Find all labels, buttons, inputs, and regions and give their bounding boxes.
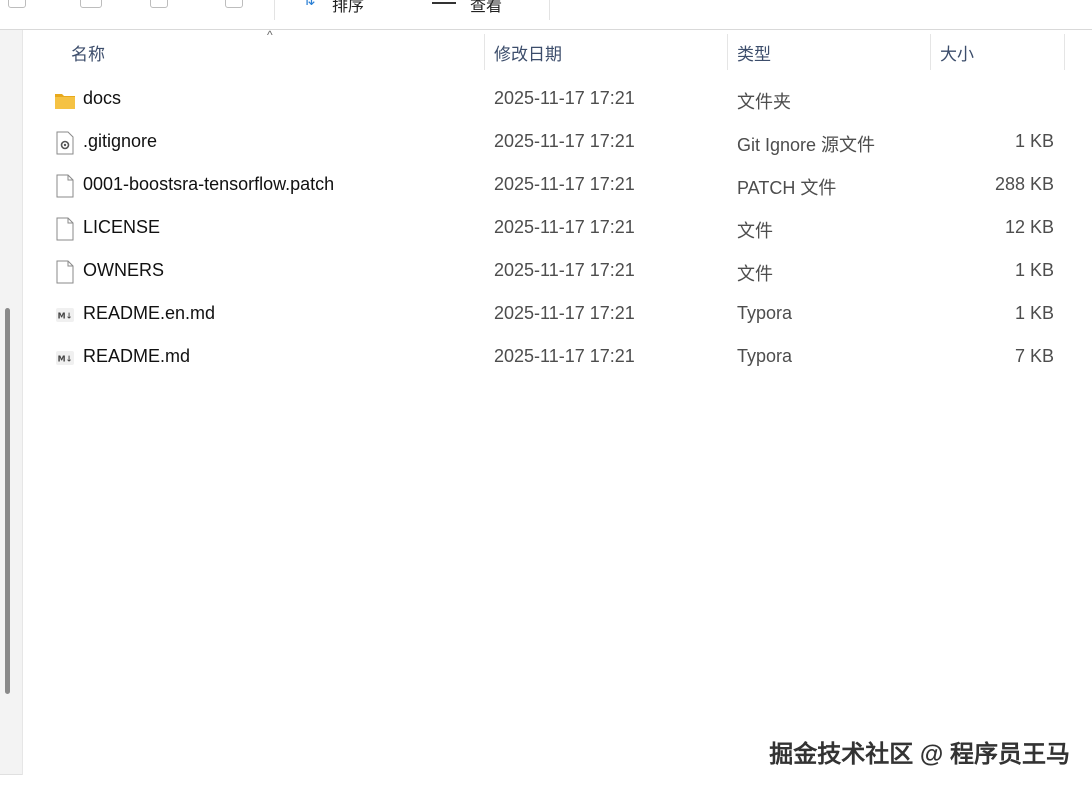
file-name: docs <box>83 88 122 108</box>
file-date: 2025-11-17 17:21 <box>494 346 635 366</box>
sort-icon[interactable]: ⇅ <box>303 0 316 9</box>
file-row[interactable]: M↓ README.md 2025-11-17 17:21 Typora 7 K… <box>23 336 1092 379</box>
file-name: README.en.md <box>83 303 216 323</box>
column-divider[interactable] <box>1064 34 1065 70</box>
new-icon[interactable] <box>8 0 26 8</box>
file-row[interactable]: OWNERS 2025-11-17 17:21 文件 1 KB <box>23 250 1092 293</box>
file-row[interactable]: 0001-boostsra-tensorflow.patch 2025-11-1… <box>23 164 1092 207</box>
svg-text:M↓: M↓ <box>58 355 73 364</box>
file-size: 12 KB <box>1004 217 1054 237</box>
file-type: 文件夹 <box>737 92 791 112</box>
file-explorer-window: ⇅ 排序 查看 ^ 名称 修改日期 类型 大小 docs 2025-11-17 … <box>0 0 1092 785</box>
file-size: 288 KB <box>994 174 1054 194</box>
column-divider[interactable] <box>484 34 485 70</box>
svg-text:M↓: M↓ <box>58 312 73 321</box>
file-row[interactable]: M↓ README.en.md 2025-11-17 17:21 Typora … <box>23 293 1092 336</box>
divider <box>0 774 22 775</box>
column-header-name[interactable]: 名称 <box>71 40 105 65</box>
file-date: 2025-11-17 17:21 <box>494 217 635 237</box>
folder-icon <box>55 94 75 109</box>
column-divider[interactable] <box>930 34 931 70</box>
file-icon <box>56 217 74 241</box>
file-date: 2025-11-17 17:21 <box>494 303 635 323</box>
file-type: Git Ignore 源文件 <box>737 135 876 155</box>
file-date: 2025-11-17 17:21 <box>494 88 635 108</box>
delete-icon[interactable] <box>225 0 243 8</box>
file-row[interactable]: docs 2025-11-17 17:21 文件夹 <box>23 78 1092 121</box>
view-icon[interactable] <box>432 2 456 4</box>
view-button[interactable]: 查看 <box>470 0 502 16</box>
file-icon <box>56 174 74 198</box>
copy-icon[interactable] <box>80 0 102 8</box>
file-name: LICENSE <box>83 217 161 237</box>
file-size: 1 KB <box>1014 131 1054 151</box>
file-date: 2025-11-17 17:21 <box>494 260 635 280</box>
file-type: 文件 <box>737 221 773 241</box>
share-icon[interactable] <box>150 0 168 8</box>
column-header-type[interactable]: 类型 <box>737 40 771 65</box>
file-type: PATCH 文件 <box>737 178 837 198</box>
command-bar: ⇅ 排序 查看 <box>0 0 1092 30</box>
settings-file-icon <box>56 131 74 155</box>
file-date: 2025-11-17 17:21 <box>494 174 635 194</box>
nav-scrollbar[interactable] <box>5 308 10 694</box>
file-row[interactable]: LICENSE 2025-11-17 17:21 文件 12 KB <box>23 207 1092 250</box>
toolbar-separator <box>274 0 275 20</box>
file-size: 1 KB <box>1014 260 1054 280</box>
sort-button[interactable]: 排序 <box>332 0 364 16</box>
column-header-date[interactable]: 修改日期 <box>494 40 562 65</box>
file-icon <box>56 260 74 284</box>
file-name: 0001-boostsra-tensorflow.patch <box>83 174 335 194</box>
sort-ascending-icon: ^ <box>267 28 273 42</box>
file-size: 1 KB <box>1014 303 1054 323</box>
file-name: .gitignore <box>83 131 158 151</box>
column-header-size[interactable]: 大小 <box>940 40 974 65</box>
file-list: docs 2025-11-17 17:21 文件夹 .gitignore 202… <box>23 78 1092 379</box>
markdown-file-icon: M↓ <box>56 351 74 365</box>
file-date: 2025-11-17 17:21 <box>494 131 635 151</box>
file-type: Typora <box>737 303 793 323</box>
file-type: Typora <box>737 346 793 366</box>
navigation-pane-edge <box>0 30 23 775</box>
file-size: 7 KB <box>1014 346 1054 366</box>
markdown-file-icon: M↓ <box>56 308 74 322</box>
file-row[interactable]: .gitignore 2025-11-17 17:21 Git Ignore 源… <box>23 121 1092 164</box>
column-divider[interactable] <box>727 34 728 70</box>
file-name: OWNERS <box>83 260 164 280</box>
file-name: README.md <box>83 346 191 366</box>
toolbar-separator <box>549 0 550 20</box>
file-type: 文件 <box>737 264 773 284</box>
watermark-text: 掘金技术社区 @ 程序员王马 <box>769 741 1070 768</box>
column-header-row: ^ 名称 修改日期 类型 大小 <box>23 28 1092 72</box>
